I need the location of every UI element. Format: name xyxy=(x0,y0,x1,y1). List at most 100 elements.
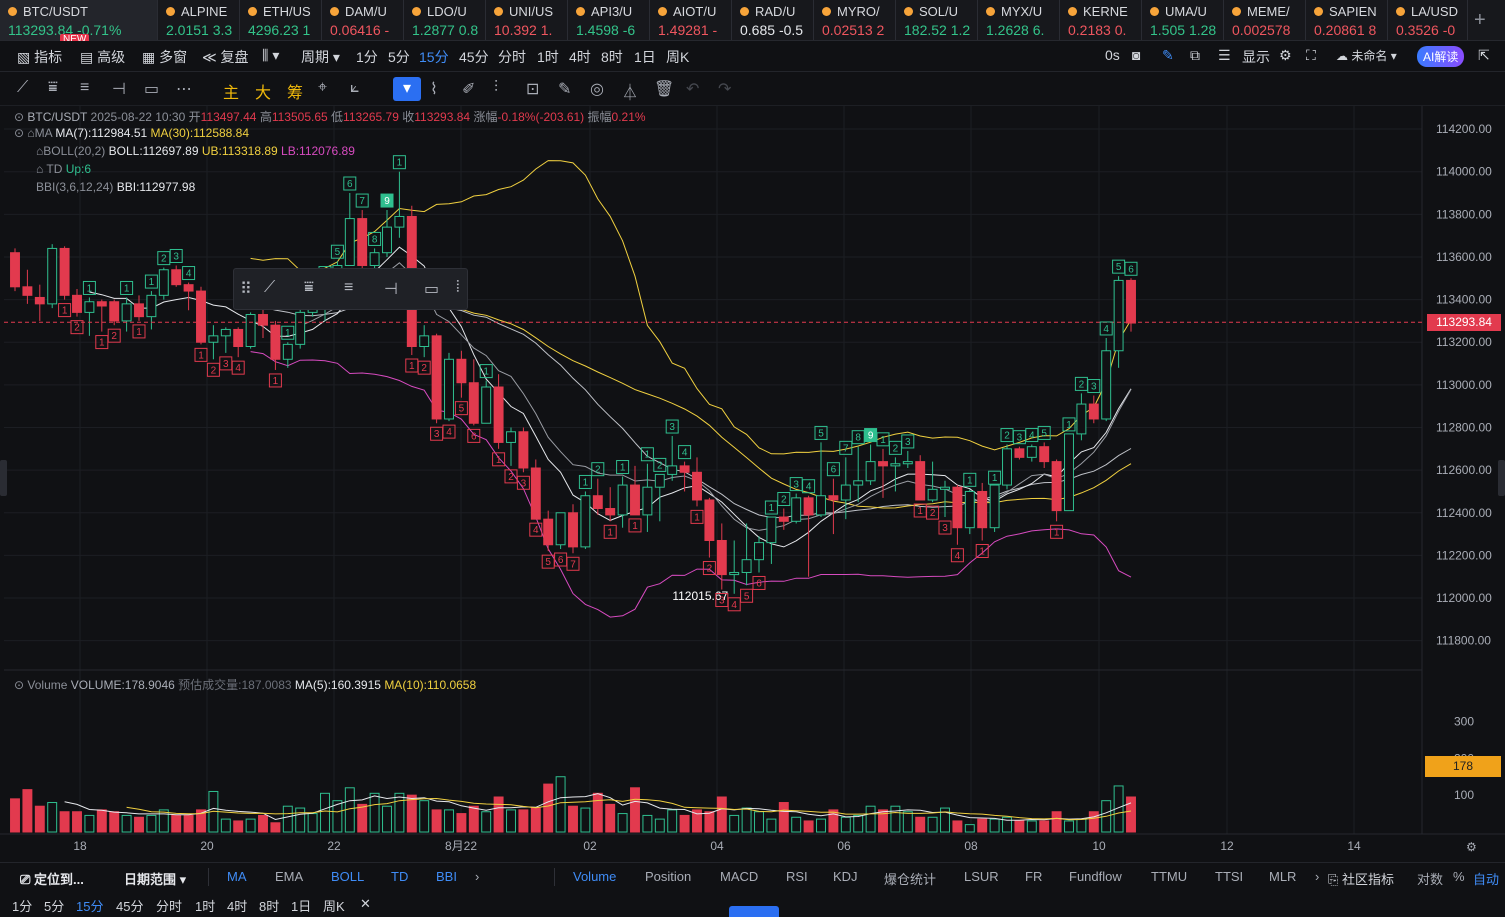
replay-menu[interactable]: ≪ 复盘 xyxy=(202,47,249,67)
main-indicator-bbi[interactable]: BBI xyxy=(436,869,457,884)
sub-indicator-item[interactable]: LSUR xyxy=(964,869,999,884)
left-collapse-handle[interactable] xyxy=(0,460,7,496)
ticker-item[interactable]: LDO/U 1.2877 0.8 xyxy=(404,0,486,40)
bottom-timeframe[interactable]: 8时 xyxy=(259,896,279,915)
ticker-item[interactable]: SOL/U 182.52 1.2 xyxy=(896,0,978,40)
rectangle-icon[interactable]: ▭ xyxy=(144,79,159,99)
bottom-timeframe[interactable]: 周K xyxy=(323,896,345,915)
time-15m[interactable]: 15分 xyxy=(419,47,449,67)
ticker-item[interactable]: API3/U 1.4598 -6 xyxy=(568,0,650,40)
float-channel-icon[interactable]: ⩸ xyxy=(304,279,314,297)
time-45m[interactable]: 45分 xyxy=(459,47,489,67)
edit-icon[interactable]: ✎ xyxy=(558,79,571,99)
redo-icon[interactable]: ↷ xyxy=(718,79,731,99)
sub-indicator-item[interactable]: 爆仓统计 xyxy=(884,869,936,888)
main-indicator-td[interactable]: TD xyxy=(391,869,408,884)
pencil-icon[interactable]: ✎ xyxy=(1162,47,1174,64)
bottom-timeframe[interactable]: 4时 xyxy=(227,896,247,915)
float-rect-icon[interactable]: ▭ xyxy=(424,279,439,299)
bottom-timeframe[interactable]: 1时 xyxy=(195,896,215,915)
indicators-menu[interactable]: ▧ 指标 xyxy=(17,47,62,67)
time-5m[interactable]: 5分 xyxy=(388,47,410,67)
multi-line-icon[interactable]: ≡ xyxy=(80,79,89,97)
ticker-item[interactable]: KERNE 0.2183 0. xyxy=(1060,0,1142,40)
parallel-channel-icon[interactable]: ⩸ xyxy=(48,79,58,97)
time-8h[interactable]: 8时 xyxy=(601,47,623,67)
collapse-panel-button[interactable] xyxy=(729,906,779,917)
filter-icon[interactable]: ⏃ xyxy=(622,79,638,103)
auto-scale-toggle[interactable]: 自动 xyxy=(1473,869,1499,888)
bottom-timeframe[interactable]: 1分 xyxy=(12,896,32,915)
popout-icon[interactable]: ⧉ xyxy=(1190,47,1200,64)
horizontal-line-icon[interactable]: ⊣ xyxy=(112,79,126,99)
bottom-timeframe[interactable]: 1日 xyxy=(291,896,311,915)
drag-handle-icon[interactable]: ⠿ xyxy=(240,279,252,299)
time-1m[interactable]: 1分 xyxy=(356,47,378,67)
multi-window-menu[interactable]: ▦ 多窗 xyxy=(142,47,187,67)
sub-indicator-item[interactable]: Fundflow xyxy=(1069,869,1122,884)
measure-icon[interactable]: ⟀ xyxy=(350,79,360,97)
sub-indicator-item[interactable]: Volume xyxy=(573,869,616,884)
main-chart-toggle[interactable]: 主 xyxy=(223,79,239,103)
ticker-item[interactable]: UMA/U 1.505 1.28 xyxy=(1142,0,1224,40)
more-tools-icon[interactable]: ⋯ xyxy=(176,79,192,99)
brush-icon[interactable]: ✐ xyxy=(462,79,475,99)
locate-button[interactable]: ⎚ 定位到... xyxy=(20,869,84,888)
sub-indicator-item[interactable]: MLR xyxy=(1269,869,1296,884)
fullscreen-icon[interactable]: ⛶ xyxy=(1306,47,1316,64)
ticker-item[interactable]: AIOT/U 1.49281 - xyxy=(650,0,732,40)
ticker-item[interactable]: MYX/U 1.2628 6. xyxy=(978,0,1060,40)
close-icon[interactable]: ✕ xyxy=(360,896,371,912)
main-indicator-ema[interactable]: EMA xyxy=(275,869,303,884)
add-tab-icon[interactable]: + xyxy=(1474,9,1486,32)
sub-indicator-item[interactable]: Position xyxy=(645,869,691,884)
bottom-timeframe[interactable]: 45分 xyxy=(116,896,143,915)
fib-icon[interactable]: ⫶ xyxy=(494,79,498,97)
main-indicator-ma[interactable]: MA xyxy=(227,869,247,884)
trash-icon[interactable]: 🗑 xyxy=(654,79,674,99)
ticker-item[interactable]: RAD/U 0.685 -0.5 xyxy=(732,0,814,40)
camera-icon[interactable]: ◙ xyxy=(1132,47,1140,63)
list-icon[interactable]: ☰ xyxy=(1218,47,1231,64)
chips-toggle[interactable]: 筹 xyxy=(287,79,303,103)
bottom-timeframe[interactable]: 分时 xyxy=(156,896,182,915)
chart-type-dropdown[interactable]: ⫼ ▾ xyxy=(262,47,279,64)
trendline-icon[interactable]: ⟋ xyxy=(17,79,28,97)
display-menu[interactable]: 显示 xyxy=(1242,47,1270,67)
candlestick-chart[interactable]: 114200.00114000.00113800.00113600.001134… xyxy=(0,106,1505,862)
settings-icon[interactable]: ⚙ xyxy=(1279,47,1292,64)
float-multiline-icon[interactable]: ≡ xyxy=(344,279,353,297)
ticker-item[interactable]: ALPINE 2.0151 3.3 xyxy=(158,0,240,40)
bottom-timeframe[interactable]: 5分 xyxy=(44,896,64,915)
magnet-icon[interactable]: ⌖ xyxy=(318,79,327,97)
select-tool-icon[interactable]: ▾ xyxy=(393,77,421,101)
chart-area[interactable]: 114200.00 114000.00 113800.00 113600.00 1134… xyxy=(0,106,1505,862)
time-line[interactable]: 分时 xyxy=(498,47,526,67)
ticker-item[interactable]: ETH/US 4296.23 1 xyxy=(240,0,322,40)
float-trendline-icon[interactable]: ⟋ xyxy=(264,279,275,297)
percent-toggle[interactable]: % xyxy=(1453,869,1465,884)
sub-indicators-more-icon[interactable]: › xyxy=(1315,869,1319,884)
date-range-dropdown[interactable]: 日期范围 ▾ xyxy=(124,869,186,888)
float-more-icon[interactable]: ⦙ xyxy=(456,279,460,297)
floating-draw-toolbar[interactable]: ⠿ ⟋ ⩸ ≡ ⊣ ▭ ⦙ xyxy=(233,268,468,310)
time-1d[interactable]: 1日 xyxy=(634,47,656,67)
ticker-item[interactable]: DAM/U 0.06416 - xyxy=(322,0,404,40)
sub-indicator-item[interactable]: MACD xyxy=(720,869,758,884)
ruler-icon[interactable]: ⌇ xyxy=(430,79,438,99)
float-hline-icon[interactable]: ⊣ xyxy=(384,279,398,299)
lock-icon[interactable]: ⊡ xyxy=(526,79,539,99)
time-1h[interactable]: 1时 xyxy=(537,47,559,67)
undo-icon[interactable]: ↶ xyxy=(686,79,699,99)
log-scale-toggle[interactable]: 对数 xyxy=(1417,869,1443,888)
sub-indicator-item[interactable]: TTMU xyxy=(1151,869,1187,884)
main-indicator-boll[interactable]: BOLL xyxy=(331,869,364,884)
ai-button[interactable]: AI解读 xyxy=(1417,46,1465,67)
sub-indicator-item[interactable]: KDJ xyxy=(833,869,858,884)
ticker-item[interactable]: UNI/US 10.392 1. xyxy=(486,0,568,40)
time-week[interactable]: 周K xyxy=(666,47,689,67)
eye-icon[interactable]: ◎ xyxy=(590,79,604,99)
ticker-item[interactable]: SAPIEN 0.20861 8 xyxy=(1306,0,1388,40)
share-icon[interactable]: ⇱ xyxy=(1478,47,1490,64)
sub-indicator-item[interactable]: TTSI xyxy=(1215,869,1243,884)
